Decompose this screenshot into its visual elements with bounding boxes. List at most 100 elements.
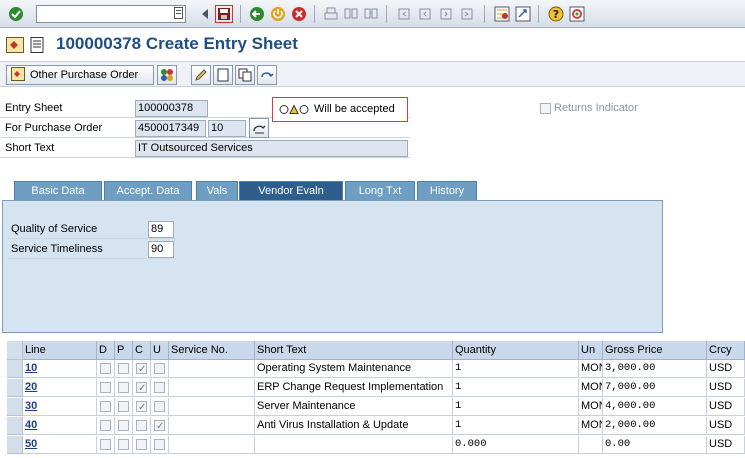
customize-icon[interactable] — [568, 5, 586, 23]
service-timeliness-field[interactable]: 90 — [148, 241, 174, 258]
column-header-quantity[interactable]: Quantity — [453, 341, 579, 360]
column-header-gross-price[interactable]: Gross Price — [603, 341, 707, 360]
currency-cell[interactable]: USD — [707, 398, 745, 416]
column-header-service-no[interactable]: Service No. — [169, 341, 255, 360]
checkbox-d[interactable] — [100, 382, 111, 393]
line-number-link[interactable]: 30 — [23, 398, 97, 416]
short-text-cell[interactable]: ERP Change Request Implementation — [255, 379, 453, 397]
gross-price-cell[interactable]: 2,000.00 — [603, 417, 707, 435]
quantity-cell[interactable]: 1 — [453, 379, 579, 397]
line-number-link[interactable]: 10 — [23, 360, 97, 378]
tab-vals[interactable]: Vals — [196, 181, 238, 200]
service-number-cell[interactable] — [169, 417, 255, 435]
row-selector[interactable] — [7, 417, 23, 435]
first-page-icon[interactable] — [395, 5, 413, 23]
next-page-icon[interactable] — [437, 5, 455, 23]
checkbox-p[interactable] — [118, 439, 129, 450]
row-selector[interactable] — [7, 379, 23, 397]
checkbox-p[interactable] — [118, 420, 129, 431]
checkbox-c[interactable] — [136, 420, 147, 431]
tab-vendor-evaln[interactable]: Vendor Evaln — [239, 181, 343, 200]
line-number-link[interactable]: 20 — [23, 379, 97, 397]
checkbox-p[interactable] — [118, 401, 129, 412]
checkbox-u[interactable] — [154, 382, 165, 393]
column-header-short-text[interactable]: Short Text — [255, 341, 453, 360]
short-text-field[interactable]: IT Outsourced Services — [135, 140, 408, 157]
enter-icon[interactable] — [7, 5, 25, 23]
row-selector[interactable] — [7, 360, 23, 378]
back-triangle-icon[interactable] — [196, 5, 214, 23]
quantity-cell[interactable]: 0.000 — [453, 436, 579, 454]
print-icon[interactable] — [322, 5, 340, 23]
purchase-order-item-field[interactable]: 10 — [208, 120, 246, 137]
tab-basic-data[interactable]: Basic Data — [14, 181, 102, 200]
quantity-cell[interactable]: 1 — [453, 360, 579, 378]
services-button[interactable] — [157, 65, 177, 85]
gross-price-cell[interactable]: 0.00 — [603, 436, 707, 454]
column-header-un[interactable]: Un — [579, 341, 603, 360]
column-header-u[interactable]: U — [151, 341, 169, 360]
help-icon[interactable]: ? — [547, 5, 565, 23]
edit-pencil-button[interactable] — [191, 65, 211, 85]
checkbox-d[interactable] — [100, 439, 111, 450]
short-text-cell[interactable]: Anti Virus Installation & Update — [255, 417, 453, 435]
checkbox-u[interactable] — [154, 401, 165, 412]
display-change-icon[interactable] — [6, 37, 24, 56]
currency-cell[interactable]: USD — [707, 436, 745, 454]
tab-history[interactable]: History — [417, 181, 477, 200]
checkbox-d[interactable] — [100, 420, 111, 431]
line-number-link[interactable]: 50 — [23, 436, 97, 454]
checkbox-d[interactable] — [100, 363, 111, 374]
quality-of-service-field[interactable]: 89 — [148, 221, 174, 238]
quantity-cell[interactable]: 1 — [453, 398, 579, 416]
service-number-cell[interactable] — [169, 398, 255, 416]
gross-price-cell[interactable]: 4,000.00 — [603, 398, 707, 416]
cancel-icon[interactable] — [290, 5, 308, 23]
last-page-icon[interactable] — [458, 5, 476, 23]
checkbox-p[interactable] — [118, 363, 129, 374]
service-number-cell[interactable] — [169, 360, 255, 378]
line-number-link[interactable]: 40 — [23, 417, 97, 435]
gross-price-cell[interactable]: 3,000.00 — [603, 360, 707, 378]
currency-cell[interactable]: USD — [707, 379, 745, 397]
find-next-icon[interactable] — [362, 5, 380, 23]
display-po-button[interactable] — [249, 118, 269, 138]
link-button[interactable] — [257, 65, 277, 85]
save-to-favorites-icon[interactable] — [173, 7, 183, 21]
checkbox-c[interactable] — [136, 439, 147, 450]
shortcut-icon[interactable] — [514, 5, 532, 23]
column-header-c[interactable]: C — [133, 341, 151, 360]
new-session-icon[interactable] — [493, 5, 511, 23]
tab-long-txt[interactable]: Long Txt — [345, 181, 415, 200]
command-field[interactable] — [36, 5, 186, 23]
back-arrow-icon[interactable] — [248, 5, 266, 23]
quantity-cell[interactable]: 1 — [453, 417, 579, 435]
short-text-cell[interactable]: Operating System Maintenance — [255, 360, 453, 378]
unit-cell[interactable]: MON — [579, 360, 603, 378]
column-header-crcy[interactable]: Crcy — [707, 341, 745, 360]
checkbox-c[interactable] — [136, 399, 147, 415]
other-purchase-order-button[interactable]: Other Purchase Order — [6, 65, 154, 85]
returns-indicator-checkbox[interactable] — [540, 103, 551, 114]
service-number-cell[interactable] — [169, 379, 255, 397]
unit-cell[interactable]: MON — [579, 417, 603, 435]
purchase-order-field[interactable]: 4500017349 — [135, 120, 206, 137]
checkbox-d[interactable] — [100, 401, 111, 412]
checkbox-u[interactable] — [154, 439, 165, 450]
checkbox-u[interactable] — [154, 363, 165, 374]
gross-price-cell[interactable]: 7,000.00 — [603, 379, 707, 397]
row-selector[interactable] — [7, 436, 23, 454]
entry-sheet-field[interactable]: 100000378 — [135, 100, 208, 117]
unit-cell[interactable]: MON — [579, 379, 603, 397]
save-icon[interactable] — [215, 5, 233, 23]
find-icon[interactable] — [342, 5, 360, 23]
copy-document-button[interactable] — [235, 65, 255, 85]
row-selector[interactable] — [7, 398, 23, 416]
exit-icon[interactable] — [269, 5, 287, 23]
tab-accept-data[interactable]: Accept. Data — [104, 181, 192, 200]
short-text-cell[interactable] — [255, 436, 453, 454]
checkbox-u[interactable] — [154, 418, 165, 434]
column-header-d[interactable]: D — [97, 341, 115, 360]
currency-cell[interactable]: USD — [707, 417, 745, 435]
prev-page-icon[interactable] — [416, 5, 434, 23]
